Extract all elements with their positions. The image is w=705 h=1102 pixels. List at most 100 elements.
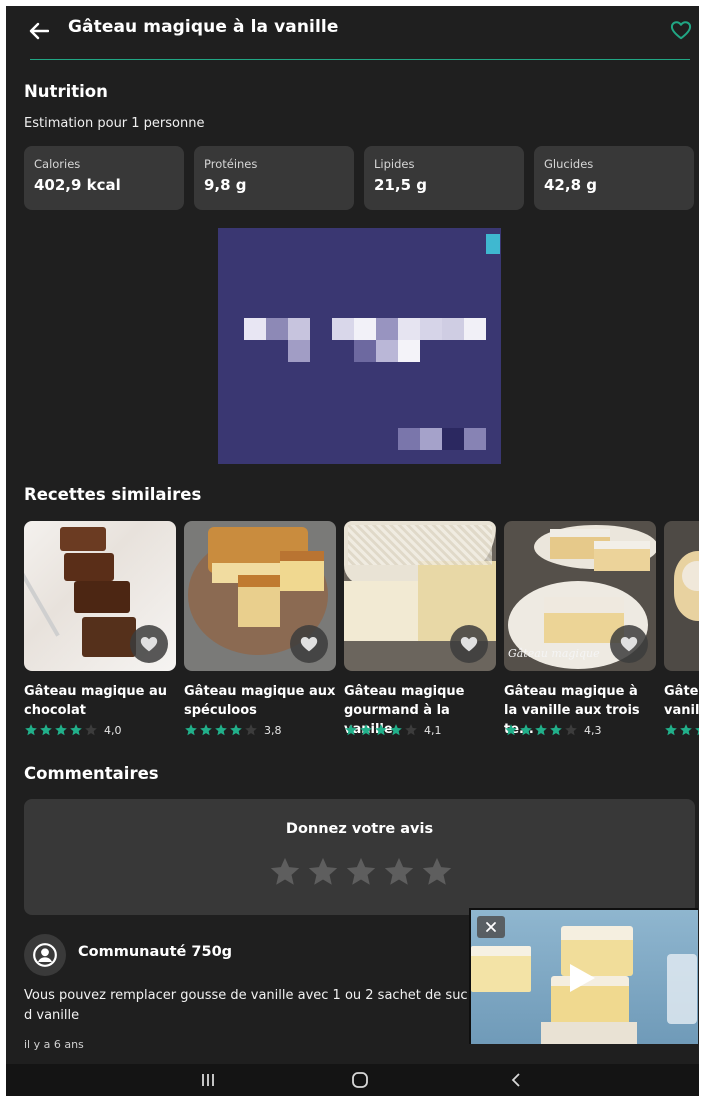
comment-timestamp: il y a 6 ans bbox=[24, 1038, 84, 1051]
back-chevron-icon bbox=[511, 1073, 520, 1087]
rate-prompt: Donnez votre avis bbox=[285, 821, 434, 837]
nutrition-label: Glucides bbox=[544, 157, 594, 171]
recipe-rating: 4,1 bbox=[344, 723, 442, 737]
star-rate-icon[interactable] bbox=[268, 855, 302, 889]
heart-icon bbox=[460, 637, 478, 652]
star-filled-icon bbox=[390, 724, 402, 736]
home-button[interactable] bbox=[348, 1069, 372, 1091]
ad-pixel bbox=[420, 318, 442, 340]
rating-value: 3,8 bbox=[264, 723, 282, 737]
star-filled-icon bbox=[665, 724, 677, 736]
recipe-card[interactable]: Gâteau magique gourmand à la vanille 4,1 bbox=[344, 521, 496, 741]
recipe-favorite-button[interactable] bbox=[290, 625, 328, 663]
recipe-card[interactable]: Gâtea vanille bbox=[664, 521, 699, 741]
recipe-image bbox=[344, 521, 496, 671]
recipe-card[interactable]: Gâteau magique au chocolat 4,0 bbox=[24, 521, 176, 741]
heart-icon bbox=[620, 637, 638, 652]
star-filled-icon bbox=[215, 724, 227, 736]
comment-text: Vous pouvez remplacer gousse de vanille … bbox=[24, 988, 468, 1023]
nutrition-label: Protéines bbox=[204, 157, 258, 171]
nutrition-label: Calories bbox=[34, 157, 81, 171]
recent-apps-button[interactable] bbox=[196, 1069, 220, 1091]
recipe-name: Gâteau magique aux spéculoos bbox=[184, 684, 336, 718]
home-icon bbox=[352, 1072, 368, 1088]
nutrition-card-proteins: Protéines 9,8 g bbox=[194, 146, 354, 210]
recipe-rating: 3,8 bbox=[184, 723, 282, 737]
top-app-bar: Gâteau magique à la vanille bbox=[6, 6, 699, 62]
recipe-card[interactable]: Gâteau magique Gâteau magique à la vanil… bbox=[504, 521, 656, 741]
star-filled-icon bbox=[345, 724, 357, 736]
star-rate-icon[interactable] bbox=[420, 855, 454, 889]
close-video-button[interactable] bbox=[477, 916, 505, 938]
ad-pixel bbox=[442, 318, 464, 340]
ad-pixel bbox=[464, 318, 486, 340]
recipe-favorite-button[interactable] bbox=[130, 625, 168, 663]
header-divider bbox=[30, 59, 690, 60]
nutrition-value: 9,8 g bbox=[204, 176, 247, 194]
app-screen: Gâteau magique à la vanille Nutrition Es… bbox=[6, 6, 699, 1096]
favorite-button[interactable] bbox=[670, 20, 692, 42]
ad-pixel bbox=[244, 318, 266, 340]
similar-recipes-title: Recettes similaires bbox=[24, 485, 202, 504]
floating-video-player[interactable] bbox=[469, 908, 698, 1044]
close-icon bbox=[486, 922, 496, 932]
comments-title: Commentaires bbox=[24, 764, 159, 783]
recipe-image: Gâteau magique bbox=[504, 521, 656, 671]
star-rate-icon[interactable] bbox=[382, 855, 416, 889]
star-filled-icon bbox=[25, 724, 37, 736]
rating-stars bbox=[268, 855, 458, 889]
nutrition-card-carbs: Glucides 42,8 g bbox=[534, 146, 694, 210]
star-filled-icon bbox=[185, 724, 197, 736]
recipe-rating: 4,0 bbox=[24, 723, 122, 737]
star-filled-icon bbox=[200, 724, 212, 736]
recent-apps-icon bbox=[202, 1074, 214, 1086]
user-icon bbox=[33, 943, 57, 967]
nutrition-label: Lipides bbox=[374, 157, 415, 171]
recipe-image bbox=[664, 521, 699, 671]
page-title: Gâteau magique à la vanille bbox=[68, 17, 339, 37]
star-filled-icon bbox=[55, 724, 67, 736]
play-icon[interactable] bbox=[567, 962, 597, 994]
star-filled-icon bbox=[535, 724, 547, 736]
ad-pixel bbox=[332, 318, 354, 340]
nutrition-card-lipids: Lipides 21,5 g bbox=[364, 146, 524, 210]
ad-pixel bbox=[288, 318, 310, 340]
ad-pixel bbox=[376, 340, 398, 362]
ad-pixel bbox=[376, 318, 398, 340]
rating-value: 4,1 bbox=[424, 723, 442, 737]
recipe-image bbox=[184, 521, 336, 671]
ad-pixel bbox=[266, 318, 288, 340]
nutrition-value: 402,9 kcal bbox=[34, 176, 121, 194]
star-filled-icon bbox=[550, 724, 562, 736]
ad-corner-badge bbox=[486, 234, 500, 254]
comment-author: Communauté 750g bbox=[78, 944, 233, 960]
star-empty-icon bbox=[245, 724, 257, 736]
recipe-rating bbox=[664, 723, 699, 737]
ad-pixel bbox=[354, 340, 376, 362]
system-navigation-bar bbox=[6, 1064, 699, 1096]
star-empty-icon bbox=[565, 724, 577, 736]
ad-pixel bbox=[398, 340, 420, 362]
ad-pixel bbox=[398, 318, 420, 340]
star-empty-icon bbox=[405, 724, 417, 736]
star-rate-icon[interactable] bbox=[306, 855, 340, 889]
recipe-rating: 4,3 bbox=[504, 723, 602, 737]
nutrition-subtitle: Estimation pour 1 personne bbox=[24, 116, 205, 131]
star-filled-icon bbox=[230, 724, 242, 736]
star-rate-icon[interactable] bbox=[344, 855, 378, 889]
recipe-card[interactable]: Gâteau magique aux spéculoos 3,8 bbox=[184, 521, 336, 741]
star-filled-icon bbox=[360, 724, 372, 736]
recipe-favorite-button[interactable] bbox=[610, 625, 648, 663]
star-filled-icon bbox=[505, 724, 517, 736]
nutrition-value: 21,5 g bbox=[374, 176, 427, 194]
system-back-button[interactable] bbox=[504, 1069, 528, 1091]
heart-icon bbox=[140, 637, 158, 652]
back-button[interactable] bbox=[26, 18, 52, 44]
rating-card: Donnez votre avis bbox=[24, 799, 695, 915]
ad-pixel bbox=[420, 428, 442, 450]
star-empty-icon bbox=[85, 724, 97, 736]
advertisement-banner[interactable] bbox=[218, 228, 501, 464]
ad-pixel bbox=[464, 428, 486, 450]
recipe-favorite-button[interactable] bbox=[450, 625, 488, 663]
nutrition-title: Nutrition bbox=[24, 82, 108, 101]
